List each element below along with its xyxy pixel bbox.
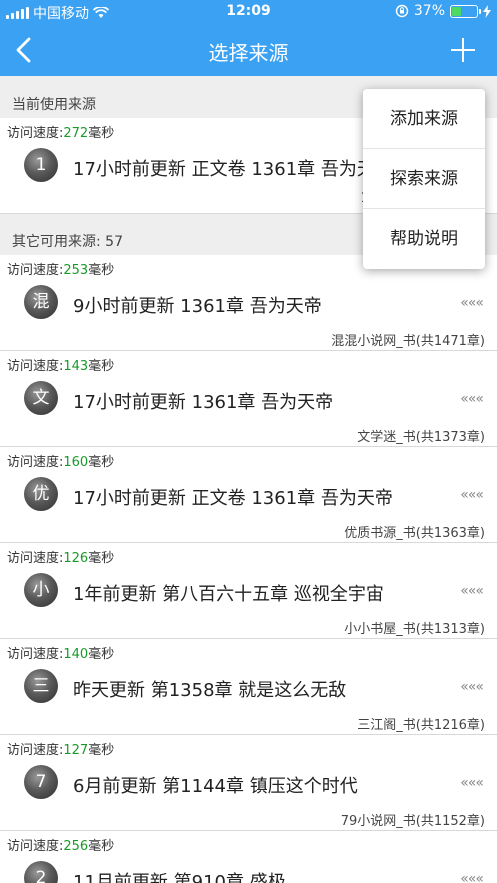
page-title: 选择来源 [208,41,289,65]
speed-value: 126 [63,551,89,566]
update-text: 17小时前更新 正文卷 1361章 吾为天帝 [73,488,393,509]
source-card[interactable]: 访问速度:160毫秒优 17小时前更新 正文卷 1361章 吾为天帝 ««« 优质书源… [0,447,497,543]
update-text: 11月前更新 第910章 盛极 [73,872,286,883]
chevron-left-icon[interactable]: ««« [460,679,484,695]
speed-text: 访问速度:256毫秒 [7,835,114,854]
source-name: 79小说网_书(共1152章) [340,814,485,829]
charging-icon [483,4,491,18]
speed-unit: 毫秒 [88,647,115,662]
update-text: 6月前更新 第1144章 镇压这个时代 [73,776,358,797]
chevron-left-icon[interactable]: ««« [460,871,484,883]
speed-label: 访问速度: [7,263,64,278]
source-card[interactable]: 访问速度:127毫秒 7 6月前更新 第1144章 镇压这个时代 ««« 79小说网_书… [0,735,497,831]
source-badge: 混 [24,285,58,319]
speed-label: 访问速度: [7,126,64,141]
source-name: 文学迷_书(共1373章) [357,430,485,445]
update-text: 17小时前更新 1361章 吾为天帝 [73,392,334,413]
speed-text: 访问速度:160毫秒 [7,451,114,470]
speed-text: 访问速度:272毫秒 [7,122,114,141]
status-bar: 中国移动 12:09 37% [0,0,497,24]
speed-value: 140 [63,647,89,662]
source-card[interactable]: 访问速度:140毫秒三昨天更新 第1358章 就是这么无敌 ««« 三江阁_书(共1… [0,639,497,735]
speed-value: 253 [63,263,89,278]
update-text: 9小时前更新 1361章 吾为天帝 [73,296,322,317]
speed-text: 访问速度:253毫秒 [7,259,114,278]
source-name: 优质书源_书(共1363章) [344,526,485,541]
speed-label: 访问速度: [7,455,64,470]
add-icon[interactable] [451,38,475,62]
source-card[interactable]: 访问速度:256毫秒 2 11月前更新 第910章 盛极 ««« [0,831,497,883]
speed-value: 143 [63,359,89,374]
speed-value: 127 [63,743,89,758]
status-right: 37% [395,3,491,19]
source-name: 混混小说网_书(共1471章) [331,334,485,349]
source-card[interactable]: 访问速度:126毫秒小 1年前更新 第八百六十五章 巡视全宇宙 ««« 小小书屋_书(… [0,543,497,639]
speed-unit: 毫秒 [88,455,115,470]
add-source-menu: 添加来源 探索来源 帮助说明 [363,89,485,269]
battery-icon [450,4,481,18]
source-card[interactable]: 访问速度:143毫秒文 17小时前更新 1361章 吾为天帝 ««« 文学迷_书(共1… [0,351,497,447]
speed-text: 访问速度:127毫秒 [7,739,114,758]
speed-label: 访问速度: [7,359,64,374]
chevron-left-icon[interactable]: ««« [460,775,484,791]
update-text: 1年前更新 第八百六十五章 巡视全宇宙 [73,584,384,605]
source-badge: 1 [24,148,58,182]
speed-label: 访问速度: [7,647,64,662]
speed-value: 256 [63,839,89,854]
menu-explore-source[interactable]: 探索来源 [363,149,485,209]
chevron-left-icon[interactable]: ««« [460,295,484,311]
orientation-lock-icon [395,4,409,18]
speed-text: 访问速度:126毫秒 [7,547,114,566]
source-badge: 小 [24,573,58,607]
source-card[interactable]: 访问速度:253毫秒混 9小时前更新 1361章 吾为天帝 ««« 混混小说网_书(共… [0,255,497,351]
speed-text: 访问速度:140毫秒 [7,643,114,662]
source-badge: 文 [24,381,58,415]
source-badge: 7 [24,765,58,799]
battery-fill [452,6,461,16]
source-badge: 2 [24,861,58,883]
source-badge: 优 [24,477,58,511]
speed-unit: 毫秒 [88,551,115,566]
chevron-left-icon[interactable]: ««« [460,487,484,503]
speed-unit: 毫秒 [88,263,115,278]
chevron-left-icon[interactable]: ««« [460,583,484,599]
source-name: 小小书屋_书(共1313章) [344,622,485,637]
source-badge: 三 [24,669,58,703]
speed-value: 272 [63,126,89,141]
speed-unit: 毫秒 [88,359,115,374]
chevron-left-icon[interactable]: ««« [460,391,484,407]
menu-add-source[interactable]: 添加来源 [363,89,485,149]
nav-bar: 选择来源 [0,24,497,76]
speed-label: 访问速度: [7,551,64,566]
menu-help[interactable]: 帮助说明 [363,209,485,269]
battery-percent: 37% [413,3,445,19]
speed-text: 访问速度:143毫秒 [7,355,114,374]
update-text: 17小时前更新 正文卷 1361章 吾为天帝 [73,159,393,180]
speed-value: 160 [63,455,89,470]
speed-unit: 毫秒 [88,839,115,854]
speed-unit: 毫秒 [88,743,115,758]
update-text: 昨天更新 第1358章 就是这么无敌 [73,680,347,701]
speed-label: 访问速度: [7,743,64,758]
speed-unit: 毫秒 [88,126,115,141]
speed-label: 访问速度: [7,839,64,854]
source-name: 三江阁_书(共1216章) [357,718,485,733]
